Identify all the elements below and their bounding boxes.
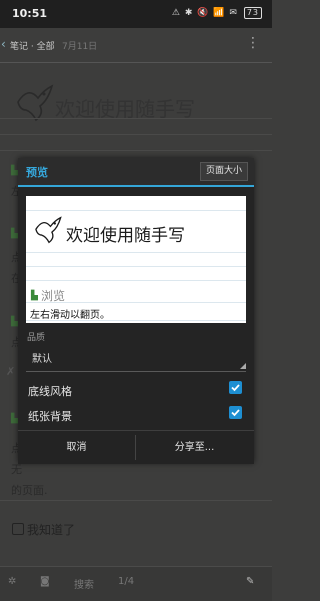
quality-value: 默认: [32, 354, 52, 365]
battery-icon: 73: [243, 7, 262, 19]
dialog-footer: 取消 分享至...: [18, 430, 254, 464]
bottom-toolbar: ✲ ◙ 搜索 1/4 ✎: [0, 566, 272, 601]
flag-icon: ▙: [31, 291, 38, 301]
flag-icon: ▙: [11, 317, 18, 327]
breadcrumb[interactable]: 笔记 · 全部: [10, 39, 55, 52]
ruled-line: [0, 134, 272, 135]
checkbox-checked-icon[interactable]: [229, 381, 242, 394]
flag-icon: ▙: [11, 229, 18, 239]
checkbox-checked-icon[interactable]: [229, 406, 242, 419]
quality-label: 品质: [27, 333, 46, 343]
search-label[interactable]: 搜索: [74, 576, 94, 591]
status-icons-glyphs: ⚠ ✱ 🔇 📶 ✉: [171, 8, 238, 18]
option-paper-background[interactable]: 纸张背景: [26, 403, 246, 425]
page-size-button[interactable]: 页面大小: [199, 162, 248, 181]
ruled-line: [0, 150, 272, 151]
share-button[interactable]: 分享至...: [136, 431, 253, 464]
flag-icon: ▙: [11, 166, 18, 176]
status-icons: ⚠ ✱ 🔇 📶 ✉ 73: [172, 7, 262, 19]
status-bar: 10:51 ⚠ ✱ 🔇 📶 ✉ 73: [0, 0, 272, 28]
dialog-title: 预览: [26, 166, 48, 179]
preview-hint: 左右滑动以翻页。: [30, 310, 110, 321]
preview-title: 欢迎使用随手写: [66, 226, 185, 246]
option-label: 纸张背景: [28, 410, 72, 423]
ruled-line: [0, 500, 272, 501]
option-label: 底线风格: [28, 385, 72, 398]
page-preview[interactable]: 欢迎使用随手写 ▙ 浏览 左右滑动以翻页。: [26, 196, 246, 323]
bird-logo-icon: [17, 84, 54, 122]
dialog-header: 预览 页面大小: [18, 158, 254, 187]
ruled-line: [0, 118, 272, 119]
note-text: 的页面.: [11, 484, 48, 497]
more-menu-icon[interactable]: ⋮: [246, 35, 260, 51]
gear-icon[interactable]: ✲: [8, 576, 16, 587]
ruled-line: [26, 252, 246, 253]
page-indicator: 1/4: [118, 576, 135, 587]
option-baseline-style[interactable]: 底线风格: [26, 378, 246, 400]
checklist-label: 我知道了: [27, 523, 76, 537]
checklist-item[interactable]: 我知道了: [12, 521, 75, 538]
preview-browse: 浏览: [41, 289, 66, 303]
preview-dialog: 预览 页面大小 欢迎使用随手写 ▙ 浏览 左右滑动以翻页。 品质 默认 底线风格…: [18, 158, 254, 464]
cancel-button[interactable]: 取消: [18, 431, 135, 464]
clock: 10:51: [12, 7, 48, 20]
bird-logo-icon: [35, 216, 62, 244]
ruled-line: [26, 210, 246, 211]
ruled-line: [26, 280, 246, 281]
note-text: ✗: [6, 365, 16, 378]
note-toolbar: ‹ 笔记 · 全部 7月11日 ⋮: [0, 28, 272, 63]
flag-icon: ▙: [11, 414, 18, 424]
back-icon[interactable]: ‹: [1, 37, 6, 51]
checkbox-icon[interactable]: [12, 523, 24, 535]
pen-icon[interactable]: ✎: [246, 576, 254, 587]
quality-select[interactable]: 默认: [26, 345, 246, 372]
note-date: 7月11日: [62, 42, 98, 52]
dropdown-triangle-icon: [240, 363, 246, 369]
camera-icon[interactable]: ◙: [40, 576, 50, 587]
ruled-line: [26, 266, 246, 267]
